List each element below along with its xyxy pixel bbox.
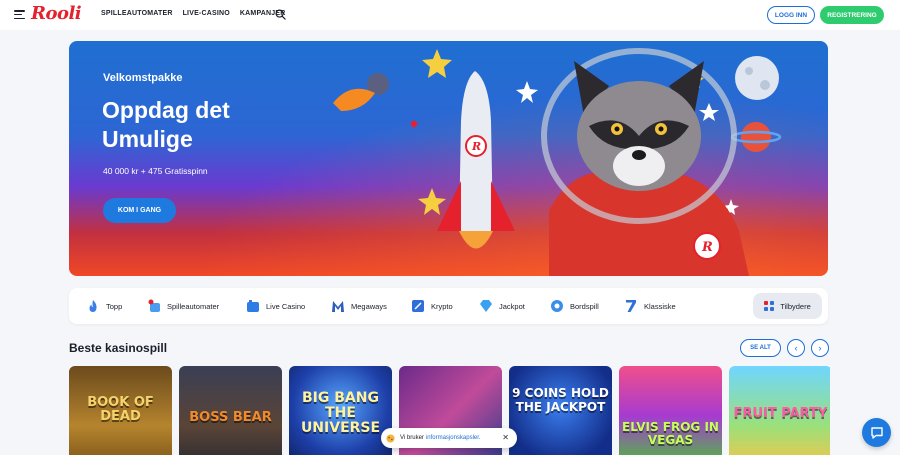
category-label: Topp: [106, 301, 123, 311]
game-title: BIG BANG THE UNIVERSE: [300, 390, 381, 436]
prev-arrow-button[interactable]: ‹: [787, 339, 805, 357]
register-button[interactable]: REGISTRERING: [820, 6, 884, 24]
category-label: Megaways: [351, 301, 387, 311]
chevron-right-icon: ›: [818, 343, 822, 353]
hero-title: Oppdag det Umulige: [102, 97, 230, 152]
rooli-logo[interactable]: Rooli: [31, 3, 82, 24]
top-header: Rooli SPILLEAUTOMATER LIVE-CASINO KAMPAN…: [0, 0, 900, 30]
game-tile[interactable]: 9 COINS HOLD THE JACKPOT: [509, 366, 612, 455]
category-label: Bordspill: [570, 301, 599, 311]
nav-slots[interactable]: SPILLEAUTOMATER: [101, 10, 173, 17]
chevron-left-icon: ‹: [794, 343, 798, 353]
game-title: BOOK OF DEAD: [87, 395, 154, 424]
login-button[interactable]: LOGG INN: [767, 6, 815, 24]
game-tile[interactable]: BIG BANG THE UNIVERSE: [289, 366, 392, 455]
see-all-button[interactable]: SE ALT: [740, 339, 781, 357]
get-started-button[interactable]: KOM I GANG: [103, 198, 176, 223]
chat-button[interactable]: [862, 418, 891, 447]
crypto-icon: [412, 300, 424, 312]
category-bar: Topp Spilleautomater Live Casino Megaway…: [69, 288, 828, 324]
raccoon-astronaut-illustration: R R: [333, 48, 782, 276]
game-tile[interactable]: BOOK OF DEAD: [69, 366, 172, 455]
flame-icon: [89, 300, 97, 312]
live-icon: [247, 300, 259, 312]
nav-live-casino[interactable]: LIVE-CASINO: [183, 10, 230, 17]
category-top[interactable]: Topp: [86, 288, 122, 324]
close-icon[interactable]: ✕: [502, 433, 509, 442]
hero-eyebrow: Velkomstpakke: [103, 72, 183, 84]
next-arrow-button[interactable]: ›: [811, 339, 829, 357]
diamond-icon: [480, 300, 492, 312]
providers-label: Tilbydere: [780, 301, 811, 311]
category-table-games[interactable]: Bordspill: [550, 288, 599, 324]
game-tile[interactable]: FRUIT PARTY: [729, 366, 830, 455]
category-slots[interactable]: Spilleautomater: [147, 288, 219, 324]
grid-icon: [764, 301, 775, 311]
slot-icon: [148, 299, 160, 312]
game-title: 9 COINS HOLD THE JACKPOT: [512, 386, 609, 414]
game-title: FRUIT PARTY: [733, 406, 828, 421]
chat-icon: [870, 426, 883, 439]
category-label: Spilleautomater: [167, 301, 220, 311]
game-tile[interactable]: BOSS BEAR: [179, 366, 282, 455]
category-label: Live Casino: [266, 301, 306, 311]
game-tile[interactable]: ELVIS FROG IN VEGAS: [619, 366, 722, 455]
category-classic[interactable]: Klassiske: [624, 288, 676, 324]
hero-subtitle: 40 000 kr + 475 Gratisspinn: [103, 166, 208, 176]
cookie-link[interactable]: informasjonskapsler.: [426, 435, 481, 441]
section-title: Beste kasinospill: [69, 341, 168, 355]
svg-text:R: R: [471, 140, 481, 153]
category-label: Jackpot: [499, 301, 525, 311]
category-label: Klassiske: [644, 301, 676, 311]
category-crypto[interactable]: Krypto: [411, 288, 453, 324]
table-games-icon: [551, 300, 563, 312]
providers-button[interactable]: Tilbydere: [753, 293, 822, 319]
search-icon[interactable]: [275, 9, 286, 20]
megaways-icon: [332, 301, 344, 312]
main-nav: SPILLEAUTOMATER LIVE-CASINO KAMPANJER: [101, 10, 286, 17]
cookie-text: Vi bruker: [400, 435, 424, 441]
category-live-casino[interactable]: Live Casino: [246, 288, 305, 324]
cookie-notice: Vi bruker informasjonskapsler. ✕: [381, 428, 517, 448]
game-title: BOSS BEAR: [189, 410, 272, 425]
game-title: ELVIS FROG IN VEGAS: [622, 420, 719, 447]
menu-icon[interactable]: [14, 10, 25, 20]
hero-banner[interactable]: R R Velkomstpakke Oppdag det Umulige 40 …: [69, 41, 828, 276]
cookie-icon: [386, 433, 395, 443]
category-jackpot[interactable]: Jackpot: [479, 288, 525, 324]
seven-icon: [626, 300, 636, 312]
svg-text:R: R: [701, 240, 713, 255]
category-label: Krypto: [431, 301, 453, 311]
category-megaways[interactable]: Megaways: [331, 288, 387, 324]
